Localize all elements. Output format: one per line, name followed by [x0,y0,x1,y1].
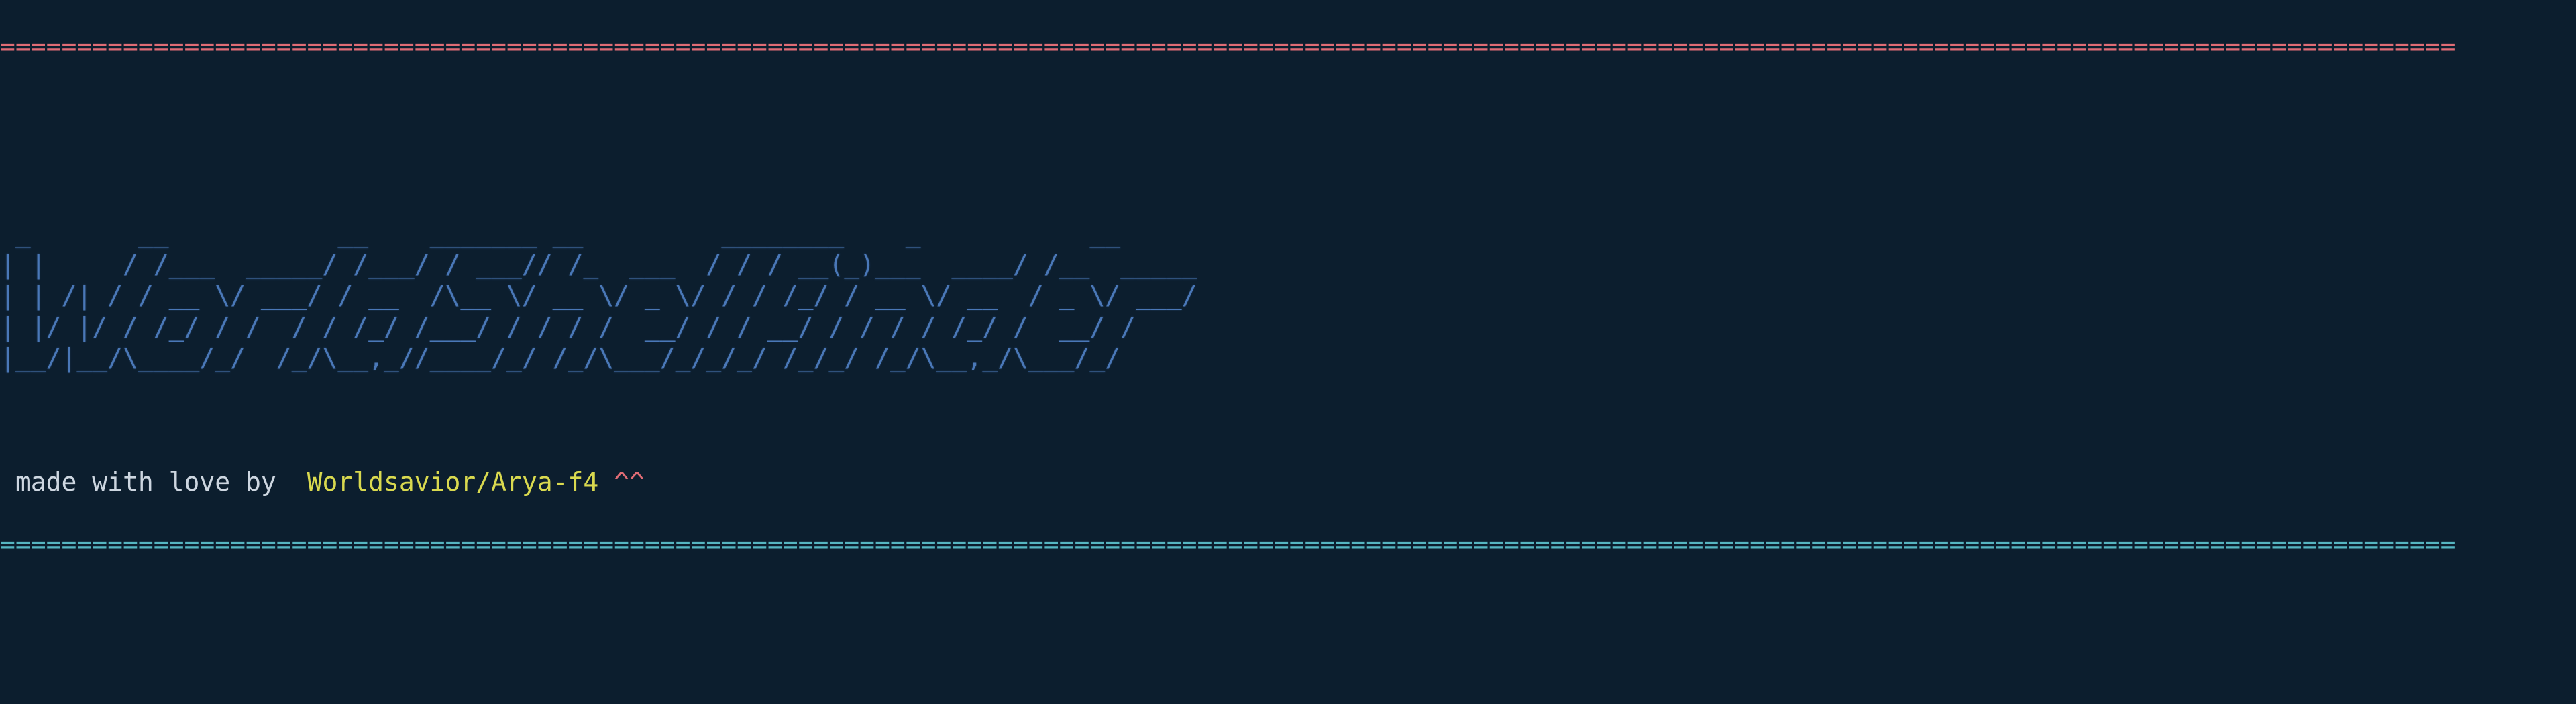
terminal-output: ========================================… [0,0,2576,591]
banner-rule-bottom: ========================================… [0,529,2576,560]
blank-line [0,405,2576,436]
blank-line [0,156,2576,187]
credit-line: made with love by Worldsavior/Arya-f4 ^^ [0,466,2576,497]
credit-prefix: made with love by [0,467,307,497]
blank-line [0,93,2576,124]
credit-author: Worldsavior/Arya-f4 [307,467,614,497]
credit-carets: ^^ [614,467,645,497]
banner-rule-top: ========================================… [0,31,2576,62]
ascii-art-title: _ __ __ _______ __ ________ _ __ | | / /… [0,218,2576,374]
